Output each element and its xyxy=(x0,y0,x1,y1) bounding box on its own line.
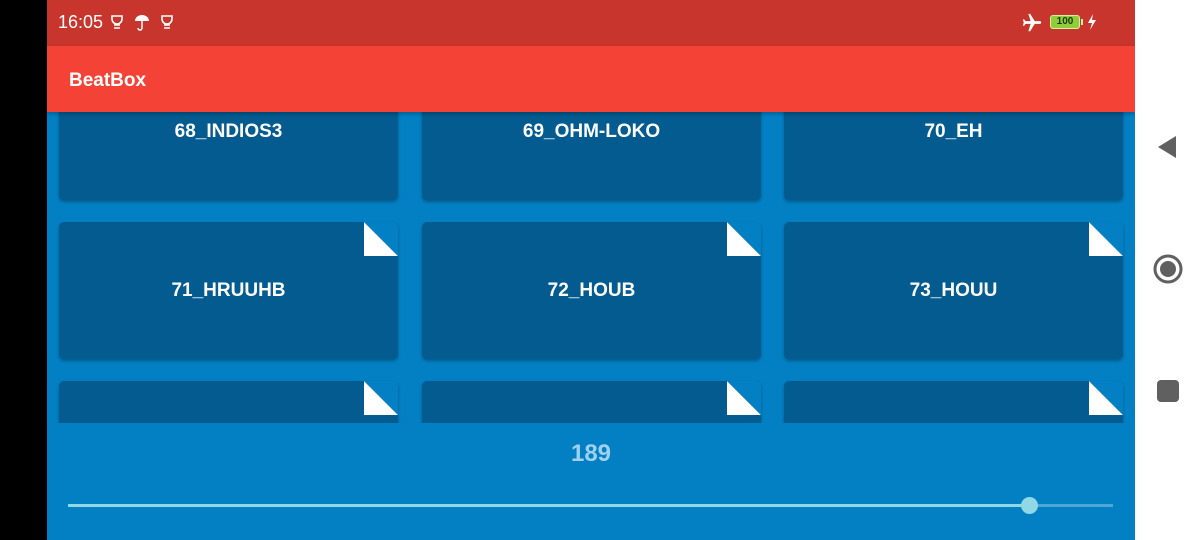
app-title: BeatBox xyxy=(69,70,147,91)
sound-button[interactable] xyxy=(59,381,398,423)
navigation-bar xyxy=(1135,0,1200,540)
sound-grid: 68_INDIOS3 69_OHM-LOKO 70_EH 71_HRUUHB 7… xyxy=(47,112,1135,423)
sound-button[interactable] xyxy=(784,381,1123,423)
airplane-mode-icon xyxy=(1022,13,1042,32)
app-screen: 16:05 100 BeatBox 68_INDIOS3 69_OHM-LOKO… xyxy=(47,0,1135,540)
sound-button[interactable]: 70_EH xyxy=(784,112,1123,200)
status-bar: 16:05 100 xyxy=(47,0,1135,46)
sound-button[interactable]: 72_HOUB xyxy=(422,222,761,359)
charging-icon xyxy=(1088,14,1096,30)
sound-label: 69_OHM-LOKO xyxy=(522,120,661,142)
sound-button[interactable] xyxy=(422,381,761,423)
sound-label: 73_HOUU xyxy=(909,279,998,301)
recents-icon[interactable] xyxy=(1152,375,1184,407)
page-curl-icon xyxy=(727,381,761,415)
sound-label: 68_INDIOS3 xyxy=(174,120,283,142)
battery-tip xyxy=(1081,19,1083,25)
page-curl-icon xyxy=(1089,381,1123,415)
page-curl-icon xyxy=(364,222,398,256)
status-time: 16:05 xyxy=(58,12,104,32)
sound-label: 71_HRUUHB xyxy=(171,279,286,301)
sound-button[interactable]: 73_HOUU xyxy=(784,222,1123,359)
slider-thumb[interactable] xyxy=(1021,497,1039,514)
battery-icon: 100 xyxy=(1050,15,1080,29)
page-curl-icon xyxy=(1089,222,1123,256)
home-icon[interactable] xyxy=(1152,253,1184,285)
page-curl-icon xyxy=(364,381,398,415)
playback-rate-value: 189 xyxy=(570,440,612,467)
notification-icon xyxy=(161,15,173,29)
notification-icon xyxy=(111,15,123,29)
sound-label: 70_EH xyxy=(924,120,983,142)
umbrella-icon xyxy=(135,15,149,31)
playback-rate-slider[interactable] xyxy=(68,497,1113,514)
back-icon[interactable] xyxy=(1152,131,1184,163)
app-bar: BeatBox xyxy=(47,46,1135,112)
sound-label: 72_HOUB xyxy=(547,279,636,301)
slider-fill xyxy=(68,504,1030,507)
page-curl-icon xyxy=(727,222,761,256)
sound-button[interactable]: 71_HRUUHB xyxy=(59,222,398,359)
sound-button[interactable]: 68_INDIOS3 xyxy=(59,112,398,200)
sound-button[interactable]: 69_OHM-LOKO xyxy=(422,112,761,200)
